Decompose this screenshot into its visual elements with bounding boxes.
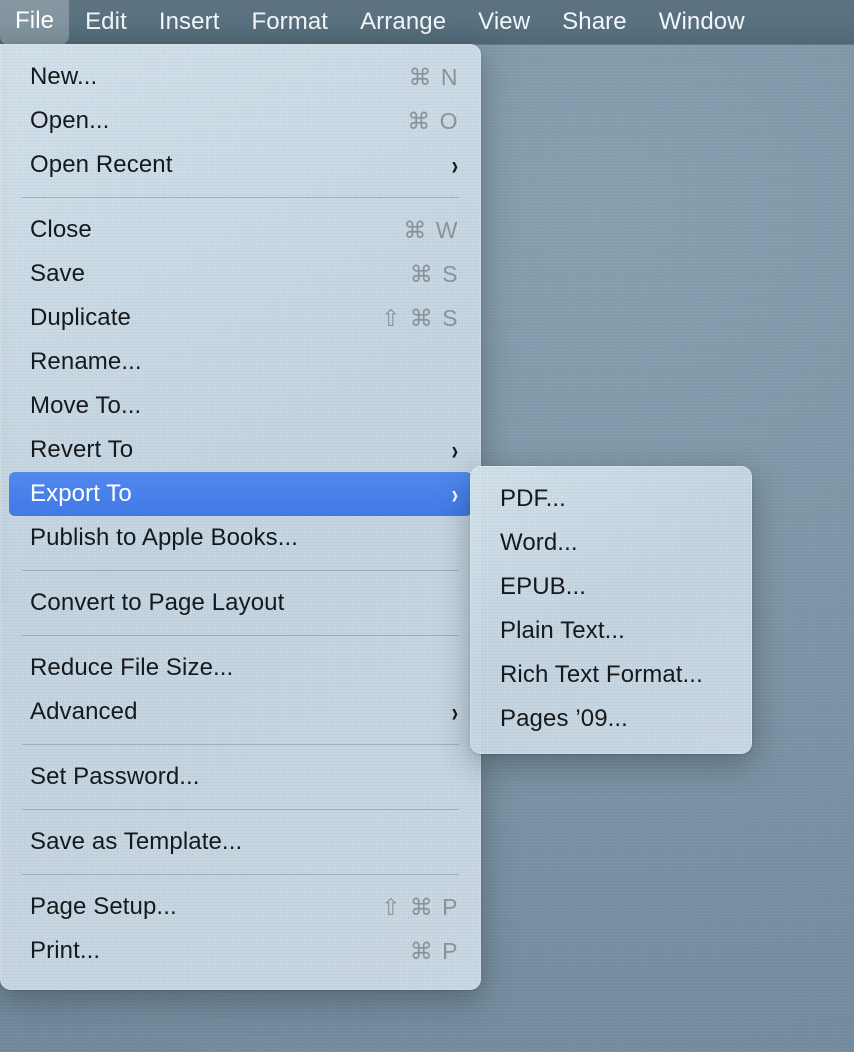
menu-item-label: Publish to Apple Books... [30, 524, 298, 551]
file-menu-item-publish-to-apple-books[interactable]: Publish to Apple Books... [9, 516, 472, 560]
file-menu-separator [22, 197, 459, 198]
menu-item-label: Rename... [30, 348, 142, 375]
file-menu-item-move-to[interactable]: Move To... [9, 384, 472, 428]
menu-item-label: Move To... [30, 392, 142, 419]
menubar-item-view[interactable]: View [463, 2, 545, 43]
export-to-submenu: PDF... Word... EPUB... Plain Text... Rich Te… [470, 466, 752, 754]
menu-item-label: EPUB... [500, 573, 587, 600]
menu-item-label: Word... [500, 529, 578, 556]
export-submenu-item-pdf[interactable]: PDF... [479, 477, 743, 521]
chevron-right-icon: › [451, 149, 459, 180]
menu-item-label: Rich Text Format... [500, 661, 703, 688]
menubar-item-insert[interactable]: Insert [144, 2, 235, 43]
file-menu-dropdown: New... ⌘ N Open... ⌘ O Open Recent › Close ⌘ W S… [0, 44, 481, 990]
keyboard-shortcut: ⇧ ⌘ P [381, 893, 459, 920]
chevron-right-icon: › [451, 696, 459, 727]
menu-item-label: Reduce File Size... [30, 654, 234, 681]
menu-item-label: Duplicate [30, 304, 131, 331]
file-menu-separator [22, 744, 459, 745]
export-submenu-item-word[interactable]: Word... [479, 521, 743, 565]
menu-item-label: New... [30, 63, 98, 90]
file-menu-item-convert-to-page-layout[interactable]: Convert to Page Layout [9, 581, 472, 625]
menubar-item-arrange[interactable]: Arrange [345, 2, 461, 43]
file-menu-separator [22, 809, 459, 810]
file-menu-item-save[interactable]: Save ⌘ S [9, 252, 472, 296]
file-menu-item-revert-to[interactable]: Revert To › [9, 428, 472, 472]
menu-item-label: Plain Text... [500, 617, 625, 644]
menu-item-label: Export To [30, 480, 132, 507]
menubar-item-window[interactable]: Window [644, 2, 760, 43]
file-menu-item-close[interactable]: Close ⌘ W [9, 208, 472, 252]
export-submenu-item-pages-09[interactable]: Pages ’09... [479, 697, 743, 741]
file-menu-separator [22, 570, 459, 571]
menu-item-label: Open Recent [30, 151, 173, 178]
menu-item-label: Revert To [30, 436, 134, 463]
menu-item-label: Page Setup... [30, 893, 177, 920]
menu-item-label: Advanced [30, 698, 138, 725]
menubar-item-share[interactable]: Share [547, 2, 642, 43]
export-submenu-item-epub[interactable]: EPUB... [479, 565, 743, 609]
menu-item-label: Pages ’09... [500, 705, 628, 732]
keyboard-shortcut: ⌘ O [407, 107, 459, 134]
menu-item-label: Open... [30, 107, 110, 134]
chevron-right-icon: › [451, 434, 459, 465]
file-menu-item-print[interactable]: Print... ⌘ P [9, 929, 472, 973]
menu-item-label: Close [30, 216, 92, 243]
menu-item-label: Set Password... [30, 763, 200, 790]
keyboard-shortcut: ⌘ P [409, 937, 459, 964]
file-menu-separator [22, 874, 459, 875]
keyboard-shortcut: ⇧ ⌘ S [381, 304, 459, 331]
menubar-item-edit[interactable]: Edit [70, 2, 142, 43]
file-menu-item-open[interactable]: Open... ⌘ O [9, 99, 472, 143]
export-submenu-item-rich-text-format[interactable]: Rich Text Format... [479, 653, 743, 697]
export-submenu-item-plain-text[interactable]: Plain Text... [479, 609, 743, 653]
menu-item-label: Save as Template... [30, 828, 243, 855]
file-menu-item-set-password[interactable]: Set Password... [9, 755, 472, 799]
menu-item-label: Print... [30, 937, 101, 964]
keyboard-shortcut: ⌘ S [409, 260, 459, 287]
keyboard-shortcut: ⌘ W [403, 216, 459, 243]
menu-item-label: PDF... [500, 485, 566, 512]
menu-item-label: Save [30, 260, 86, 287]
menu-bar: File Edit Insert Format Arrange View Share Wind… [0, 0, 854, 45]
menubar-item-format[interactable]: Format [236, 2, 343, 43]
keyboard-shortcut: ⌘ N [408, 63, 459, 90]
file-menu-item-advanced[interactable]: Advanced › [9, 690, 472, 734]
file-menu-item-reduce-file-size[interactable]: Reduce File Size... [9, 646, 472, 690]
file-menu-item-save-as-template[interactable]: Save as Template... [9, 820, 472, 864]
menubar-item-file[interactable]: File [0, 0, 70, 45]
file-menu-item-export-to[interactable]: Export To › [9, 472, 472, 516]
menu-item-label: Convert to Page Layout [30, 589, 285, 616]
file-menu-item-open-recent[interactable]: Open Recent › [9, 143, 472, 187]
file-menu-separator [22, 635, 459, 636]
file-menu-item-duplicate[interactable]: Duplicate ⇧ ⌘ S [9, 296, 472, 340]
file-menu-item-new[interactable]: New... ⌘ N [9, 55, 472, 99]
file-menu-item-rename[interactable]: Rename... [9, 340, 472, 384]
file-menu-item-page-setup[interactable]: Page Setup... ⇧ ⌘ P [9, 885, 472, 929]
chevron-right-icon: › [451, 478, 459, 509]
